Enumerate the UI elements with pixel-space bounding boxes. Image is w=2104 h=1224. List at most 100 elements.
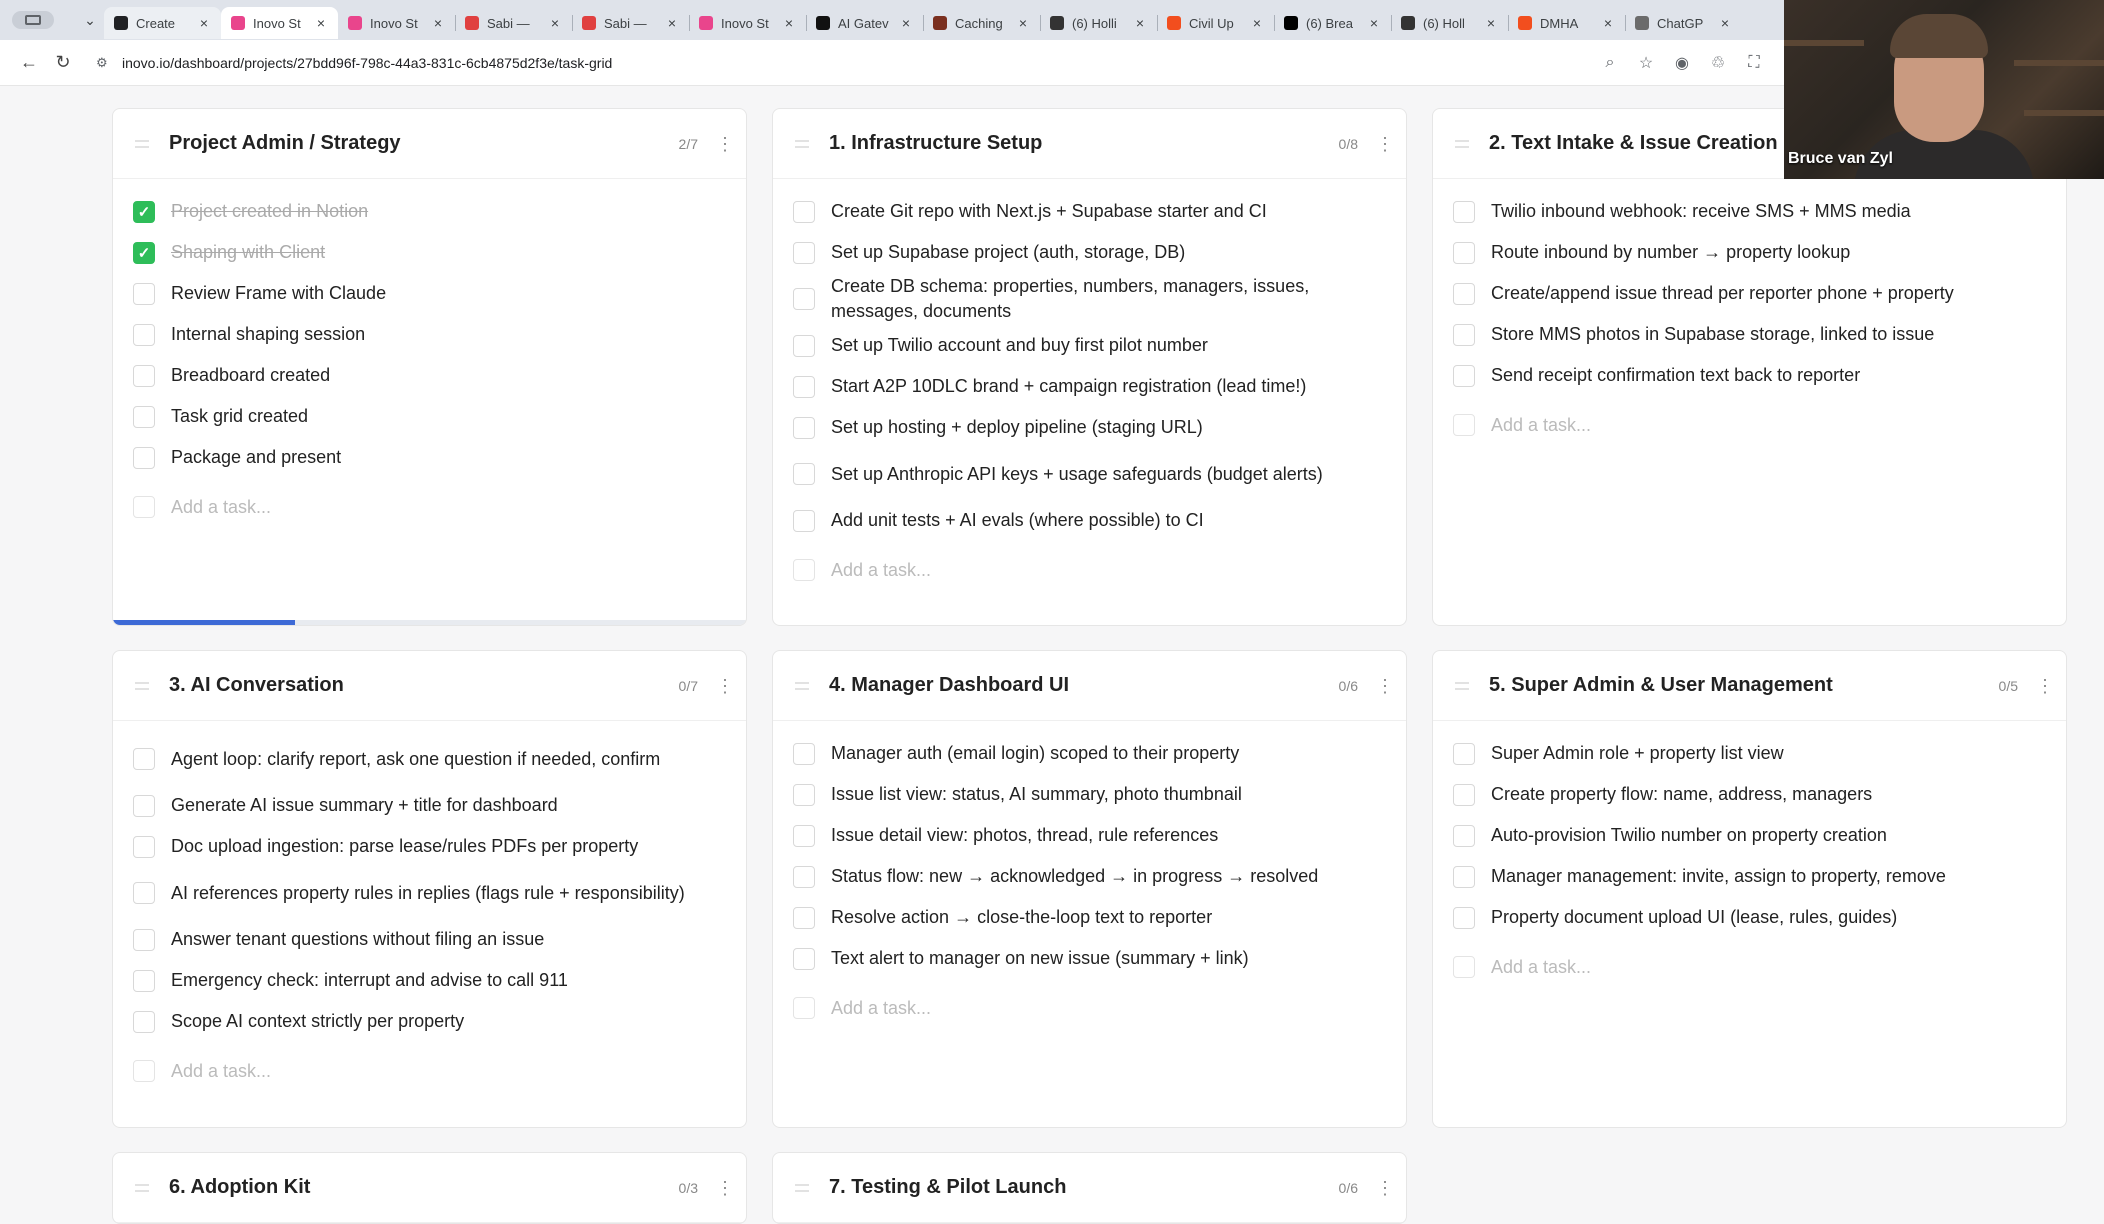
tab-close-icon[interactable]: × xyxy=(1718,15,1732,31)
back-arrow-icon[interactable]: ← xyxy=(12,46,46,80)
task-checkbox[interactable] xyxy=(793,947,815,970)
tab-close-icon[interactable]: × xyxy=(899,15,913,31)
task-text[interactable]: Create/append issue thread per reporter … xyxy=(1491,281,1954,306)
task-checkbox[interactable] xyxy=(793,463,815,485)
add-task-input[interactable]: Add a task... xyxy=(1491,957,1591,978)
task-checkbox[interactable] xyxy=(793,906,815,929)
task-checkbox[interactable] xyxy=(1453,241,1475,264)
task-checkbox[interactable] xyxy=(133,882,155,904)
site-settings-icon[interactable]: ⚙ xyxy=(96,55,112,71)
task-checkbox[interactable] xyxy=(793,824,815,847)
bookmark-star-icon[interactable]: ☆ xyxy=(1636,53,1656,73)
task-checkbox[interactable] xyxy=(793,288,815,310)
task-checkbox[interactable] xyxy=(1453,282,1475,305)
card-more-menu-icon[interactable]: ⋮ xyxy=(2036,677,2054,695)
task-text[interactable]: Status flow: new → acknowledged → in pro… xyxy=(831,864,1318,889)
extension-recycle-icon[interactable]: ♲ xyxy=(1708,53,1728,73)
task-text[interactable]: Scope AI context strictly per property xyxy=(171,1009,464,1034)
tab-close-icon[interactable]: × xyxy=(1601,15,1615,31)
task-checkbox[interactable] xyxy=(793,334,815,357)
add-task-row[interactable]: Add a task... xyxy=(1453,944,2066,990)
task-text[interactable]: Property document upload UI (lease, rule… xyxy=(1491,905,1897,930)
add-task-row[interactable]: Add a task... xyxy=(793,547,1406,593)
browser-tab[interactable]: (6) Brea × xyxy=(1274,7,1391,39)
card-more-menu-icon[interactable]: ⋮ xyxy=(1376,135,1394,153)
tab-close-icon[interactable]: × xyxy=(431,15,445,31)
task-checkbox[interactable] xyxy=(133,446,155,469)
card-more-menu-icon[interactable]: ⋮ xyxy=(1376,1179,1394,1197)
task-checkbox[interactable] xyxy=(1453,742,1475,765)
tab-close-icon[interactable]: × xyxy=(314,15,328,31)
task-text[interactable]: Set up Twilio account and buy first pilo… xyxy=(831,333,1208,358)
task-checkbox[interactable] xyxy=(133,794,155,817)
browser-tab[interactable]: Civil Up × xyxy=(1157,7,1274,39)
add-task-input[interactable]: Add a task... xyxy=(1491,415,1591,436)
task-text[interactable]: Route inbound by number → property looku… xyxy=(1491,240,1850,265)
browser-tab[interactable]: Sabi — × xyxy=(572,7,689,39)
task-checkbox[interactable] xyxy=(793,742,815,765)
task-checkbox[interactable] xyxy=(1453,200,1475,223)
task-checkbox[interactable] xyxy=(793,200,815,223)
task-checkbox[interactable] xyxy=(133,969,155,992)
task-checkbox[interactable] xyxy=(133,748,155,770)
task-text[interactable]: Send receipt confirmation text back to r… xyxy=(1491,363,1860,388)
card-more-menu-icon[interactable]: ⋮ xyxy=(716,677,734,695)
task-text[interactable]: Create property flow: name, address, man… xyxy=(1491,782,1872,807)
task-text[interactable]: Set up Supabase project (auth, storage, … xyxy=(831,240,1185,265)
task-text[interactable]: Create DB schema: properties, numbers, m… xyxy=(831,274,1346,324)
task-text[interactable]: Super Admin role + property list view xyxy=(1491,741,1784,766)
tab-list-chevron-down-icon[interactable]: ⌄ xyxy=(76,6,104,34)
tab-close-icon[interactable]: × xyxy=(782,15,796,31)
tab-close-icon[interactable]: × xyxy=(197,15,211,31)
drag-handle-icon[interactable] xyxy=(135,681,149,690)
drag-handle-icon[interactable] xyxy=(1455,681,1469,690)
zoom-icon[interactable]: ⌕ xyxy=(1600,54,1620,72)
tab-close-icon[interactable]: × xyxy=(665,15,679,31)
task-text[interactable]: Start A2P 10DLC brand + campaign registr… xyxy=(831,374,1306,399)
task-text[interactable]: Shaping with Client xyxy=(171,240,325,265)
task-checkbox[interactable] xyxy=(1453,824,1475,847)
tab-close-icon[interactable]: × xyxy=(1484,15,1498,31)
task-text[interactable]: Set up hosting + deploy pipeline (stagin… xyxy=(831,415,1203,440)
task-checkbox[interactable] xyxy=(133,282,155,305)
task-text[interactable]: Set up Anthropic API keys + usage safegu… xyxy=(831,462,1323,487)
drag-handle-icon[interactable] xyxy=(135,139,149,148)
tab-close-icon[interactable]: × xyxy=(1016,15,1030,31)
browser-tab[interactable]: (6) Holli × xyxy=(1040,7,1157,39)
add-task-input[interactable]: Add a task... xyxy=(831,560,931,581)
task-checkbox[interactable] xyxy=(133,405,155,428)
browser-tab[interactable]: (6) Holl × xyxy=(1391,7,1508,39)
task-text[interactable]: Text alert to manager on new issue (summ… xyxy=(831,946,1249,971)
task-text[interactable]: Store MMS photos in Supabase storage, li… xyxy=(1491,322,1934,347)
reload-icon[interactable]: ↻ xyxy=(46,46,80,80)
task-checkbox[interactable] xyxy=(133,928,155,951)
address-bar-url[interactable]: inovo.io/dashboard/projects/27bdd96f-798… xyxy=(122,55,1600,71)
add-task-row[interactable]: Add a task... xyxy=(1453,402,2066,448)
task-checkbox[interactable] xyxy=(793,783,815,806)
address-bar[interactable]: ⚙ inovo.io/dashboard/projects/27bdd96f-7… xyxy=(88,46,1600,80)
screen-capture-icon[interactable]: ⛶ xyxy=(1744,54,1764,72)
task-text[interactable]: Emergency check: interrupt and advise to… xyxy=(171,968,568,993)
tab-search-control[interactable] xyxy=(12,8,76,32)
task-checkbox[interactable] xyxy=(793,241,815,264)
tab-close-icon[interactable]: × xyxy=(548,15,562,31)
task-checkbox[interactable] xyxy=(793,509,815,532)
task-checkbox[interactable] xyxy=(133,364,155,387)
task-text[interactable]: Review Frame with Claude xyxy=(171,281,386,306)
task-text[interactable]: Task grid created xyxy=(171,404,308,429)
task-checkbox-checked[interactable]: ✓ xyxy=(133,241,155,264)
task-checkbox[interactable] xyxy=(1453,865,1475,888)
browser-tab[interactable]: ChatGP × xyxy=(1625,7,1742,39)
add-task-row[interactable]: Add a task... xyxy=(133,484,746,530)
task-checkbox[interactable] xyxy=(1453,364,1475,387)
task-text[interactable]: Breadboard created xyxy=(171,363,330,388)
card-more-menu-icon[interactable]: ⋮ xyxy=(1376,677,1394,695)
task-text[interactable]: Create Git repo with Next.js + Supabase … xyxy=(831,199,1267,224)
browser-tab[interactable]: Sabi — × xyxy=(455,7,572,39)
drag-handle-icon[interactable] xyxy=(795,139,809,148)
task-text[interactable]: Add unit tests + AI evals (where possibl… xyxy=(831,508,1204,533)
browser-tab[interactable]: Inovo St × xyxy=(338,7,455,39)
task-text[interactable]: Generate AI issue summary + title for da… xyxy=(171,793,558,818)
task-text[interactable]: AI references property rules in replies … xyxy=(171,881,685,906)
task-text[interactable]: Manager auth (email login) scoped to the… xyxy=(831,741,1239,766)
